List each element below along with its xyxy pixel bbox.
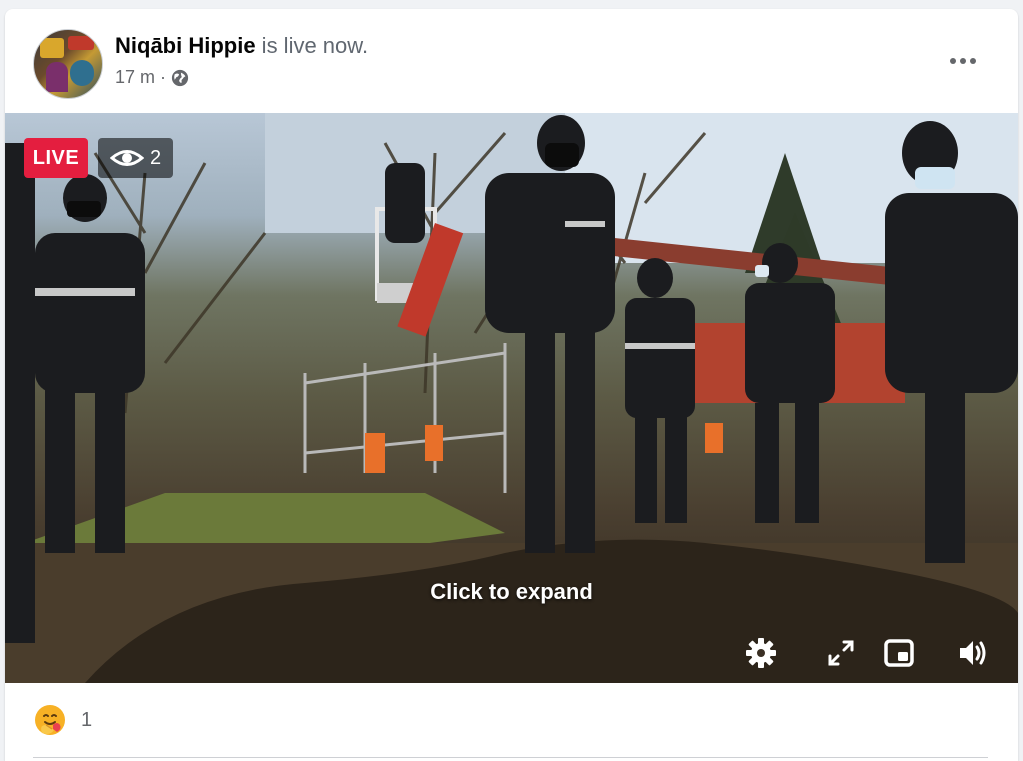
viewer-count: 2 [149, 146, 162, 169]
more-horizontal-icon [950, 58, 976, 64]
volume-button[interactable] [953, 633, 993, 673]
gear-icon [746, 638, 776, 668]
viewer-count-badge: 2 [98, 138, 173, 178]
author-avatar[interactable] [33, 29, 103, 99]
footer-divider [33, 757, 988, 758]
fullscreen-icon [828, 640, 854, 666]
author-name[interactable]: Niqābi Hippie [115, 33, 256, 58]
post-title-line: Niqābi Hippie is live now. [115, 33, 368, 59]
live-video-player[interactable]: LIVE 2 Click to expand [5, 113, 1018, 683]
picture-in-picture-button[interactable] [879, 633, 919, 673]
more-options-button[interactable] [946, 47, 980, 75]
reaction-count[interactable]: 1 [81, 709, 92, 732]
eye-icon [109, 150, 144, 166]
care-reaction-icon[interactable] [33, 703, 67, 737]
post-card: Niqābi Hippie is live now. 17 m · LIVE 2… [5, 9, 1018, 761]
settings-button[interactable] [741, 633, 781, 673]
post-footer: 1 [5, 683, 1018, 761]
globe-icon[interactable] [171, 69, 189, 87]
live-status-text: is live now. [255, 33, 369, 58]
click-to-expand-text[interactable]: Click to expand [5, 579, 1018, 605]
meta-separator: · [160, 67, 167, 87]
post-meta: 17 m · [115, 67, 189, 88]
post-timestamp[interactable]: 17 m [115, 67, 155, 88]
volume-icon [960, 641, 986, 665]
picture-in-picture-icon [884, 639, 914, 667]
live-badge: LIVE [24, 138, 88, 178]
fullscreen-button[interactable] [821, 633, 861, 673]
post-header: Niqābi Hippie is live now. 17 m · [5, 9, 1018, 113]
